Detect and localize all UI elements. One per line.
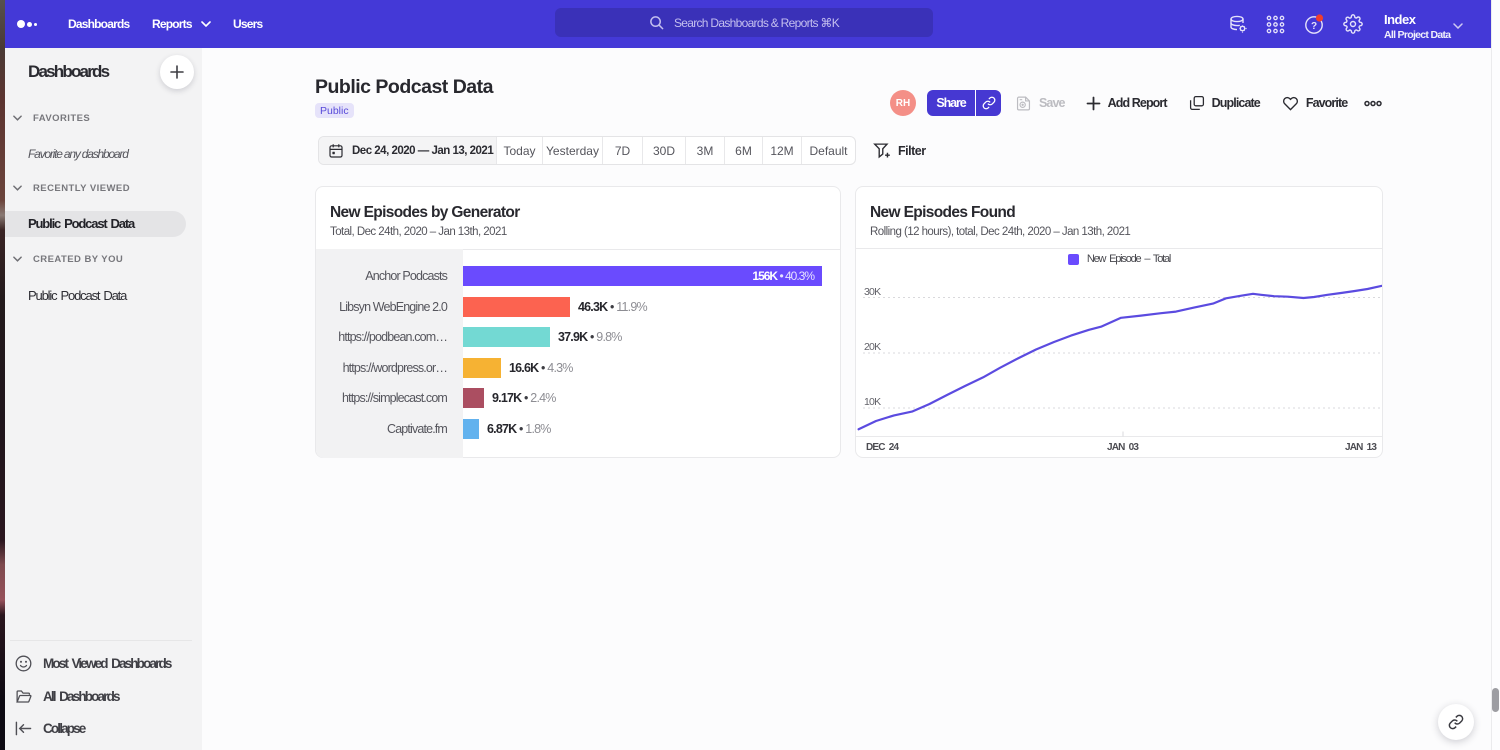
svg-text:?: ? — [1311, 21, 1317, 32]
